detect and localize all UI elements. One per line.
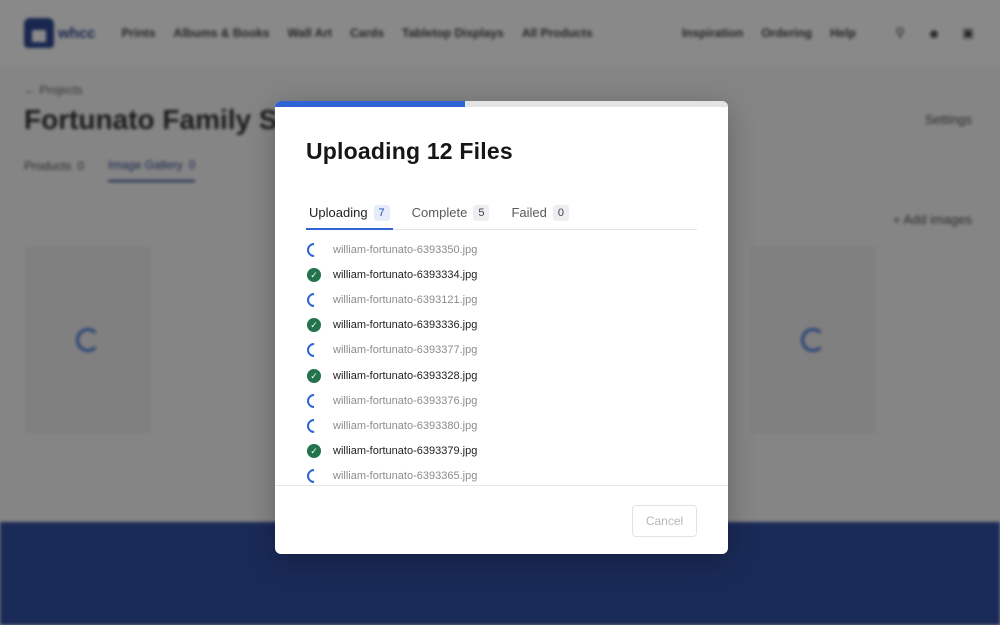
file-row: william-fortunato-6393377.jpg [306,338,697,363]
checkmark-icon: ✓ [307,368,321,383]
uploading-spinner-icon [306,466,324,485]
spinner-arc-icon [306,466,324,485]
upload-progress-bar [275,101,728,107]
file-list[interactable]: william-fortunato-6393350.jpg ✓ william-fo… [306,237,697,485]
file-name: william-fortunato-6393365.jpg [333,470,478,483]
file-name: william-fortunato-6393379.jpg [333,445,478,458]
spinner-arc-icon [306,340,324,361]
spinner-arc-icon [306,290,324,310]
tab-complete[interactable]: Complete 5 [409,202,493,230]
checkmark-icon: ✓ [307,444,321,459]
tab-uploading-label: Uploading [309,205,368,220]
tab-failed-count: 0 [552,205,569,221]
dialog-title: Uploading 12 Files [306,138,513,164]
file-row: ✓ william-fortunato-6393328.jpg [306,363,697,388]
dialog-footer: Cancel [275,485,728,554]
check-circle-icon: ✓ [307,267,321,282]
checkmark-icon: ✓ [307,318,321,333]
file-row: ✓ william-fortunato-6393336.jpg [306,313,697,338]
file-row: william-fortunato-6393350.jpg [306,237,697,262]
upload-progress-fill [275,101,466,107]
uploading-spinner-icon [306,416,324,436]
file-row: william-fortunato-6393121.jpg [306,287,697,312]
check-circle-icon: ✓ [307,318,321,333]
file-name: william-fortunato-6393376.jpg [333,394,478,407]
uploading-spinner-icon [306,340,324,361]
file-row: ✓ william-fortunato-6393334.jpg [306,262,697,287]
cancel-button[interactable]: Cancel [632,505,697,537]
file-name: william-fortunato-6393121.jpg [333,293,478,306]
tab-failed[interactable]: Failed 0 [508,202,572,230]
file-name: william-fortunato-6393380.jpg [333,419,478,432]
tab-complete-label: Complete [411,205,468,220]
tab-uploading[interactable]: Uploading 7 [306,202,393,230]
file-row: ✓ william-fortunato-6393379.jpg [306,439,697,464]
upload-dialog: Uploading 12 Files Uploading 7 Complete … [275,101,728,554]
tab-uploading-count: 7 [373,205,390,221]
file-name: william-fortunato-6393334.jpg [333,268,478,281]
uploading-spinner-icon [306,290,324,310]
tab-failed-label: Failed [511,205,547,220]
file-row: william-fortunato-6393380.jpg [306,413,697,438]
check-circle-icon: ✓ [307,368,321,383]
file-row: william-fortunato-6393376.jpg [306,388,697,413]
file-name: william-fortunato-6393350.jpg [333,243,478,256]
file-name: william-fortunato-6393336.jpg [333,319,478,332]
spinner-arc-icon [306,416,324,436]
file-name: william-fortunato-6393328.jpg [333,369,478,382]
file-row: william-fortunato-6393365.jpg [306,464,697,485]
uploading-spinner-icon [306,390,324,411]
upload-status-tabs: Uploading 7 Complete 5 Failed 0 [306,202,697,230]
spinner-arc-icon [306,390,324,411]
checkmark-icon: ✓ [307,267,321,282]
tab-complete-count: 5 [473,205,490,221]
spinner-arc-icon [306,239,324,260]
check-circle-icon: ✓ [307,444,321,459]
file-name: william-fortunato-6393377.jpg [333,344,478,357]
uploading-spinner-icon [306,239,324,260]
